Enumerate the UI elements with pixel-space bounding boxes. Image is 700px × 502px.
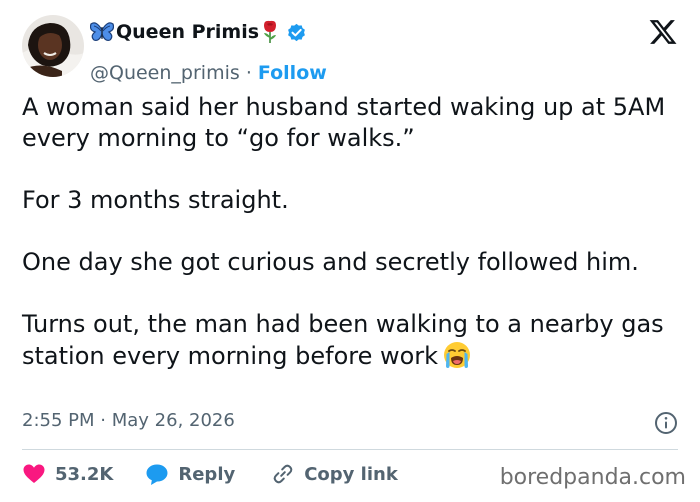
loudly-crying-face-icon bbox=[444, 342, 471, 368]
reply-label: Reply bbox=[178, 463, 236, 485]
tweet-header: Queen Primis @Queen_primis · Follow bbox=[22, 15, 678, 84]
tweet-date: May 26, 2026 bbox=[111, 410, 235, 431]
tweet-timestamp[interactable]: 2:55 PM · May 26, 2026 bbox=[22, 410, 235, 431]
speech-bubble-icon bbox=[146, 464, 168, 485]
rose-icon bbox=[264, 20, 277, 43]
link-icon bbox=[273, 464, 293, 484]
heart-icon bbox=[23, 464, 45, 483]
tweet-time: 2:55 PM bbox=[22, 410, 95, 431]
author-handle[interactable]: @Queen_primis bbox=[90, 62, 240, 84]
author-handle-row: @Queen_primis · Follow bbox=[90, 62, 327, 84]
tweet-paragraph-text: Turns out, the man had been walking to a… bbox=[22, 310, 664, 370]
reply-button[interactable]: Reply bbox=[145, 462, 235, 486]
copy-link-label: Copy link bbox=[304, 463, 398, 485]
author-display-name: Queen Primis bbox=[116, 21, 260, 43]
tweet-paragraph: A woman said her husband started waking … bbox=[22, 93, 666, 152]
tweet-actions: 53.2K Reply Copy link bbox=[22, 460, 398, 488]
watermark: boredpanda.com bbox=[499, 465, 686, 490]
copy-link-button[interactable]: Copy link bbox=[271, 462, 398, 486]
avatar[interactable] bbox=[22, 15, 84, 77]
x-logo-icon[interactable] bbox=[648, 17, 678, 47]
tweet-paragraph-last: Turns out, the man had been walking to a… bbox=[22, 309, 672, 372]
butterfly-icon bbox=[90, 22, 114, 41]
verified-badge-icon bbox=[288, 23, 305, 41]
tweet-body: A woman said her husband started waking … bbox=[22, 92, 672, 372]
timestamp-separator: · bbox=[100, 410, 106, 431]
divider bbox=[22, 449, 678, 450]
like-button[interactable]: 53.2K bbox=[22, 462, 113, 486]
tweet-paragraph: One day she got curious and secretly fol… bbox=[22, 248, 639, 276]
handle-separator: · bbox=[245, 62, 252, 84]
info-icon[interactable] bbox=[654, 411, 678, 435]
like-count: 53.2K bbox=[55, 463, 114, 485]
tweet-paragraph: For 3 months straight. bbox=[22, 186, 289, 214]
follow-button[interactable]: Follow bbox=[258, 62, 327, 84]
author-name-row[interactable]: Queen Primis bbox=[90, 20, 307, 44]
